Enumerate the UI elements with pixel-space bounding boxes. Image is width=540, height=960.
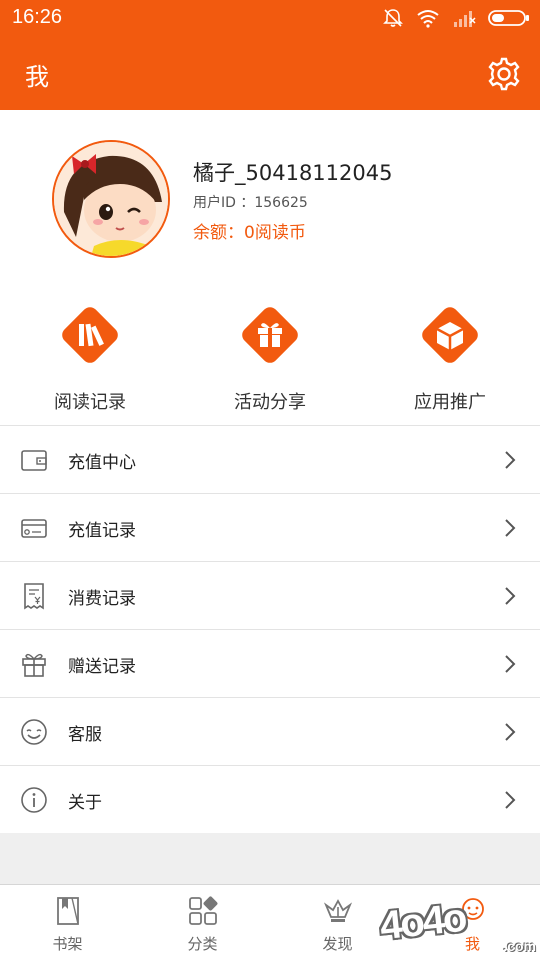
menu-label: 赠送记录 xyxy=(68,657,136,677)
reading-record-button[interactable]: 阅读记录 xyxy=(10,300,170,414)
status-icons xyxy=(382,7,530,29)
wallet-icon xyxy=(21,450,47,471)
menu-item-recharge-center[interactable]: 充值中心 xyxy=(0,425,540,493)
info-icon xyxy=(21,787,47,813)
gift-share-button[interactable]: 活动分享 xyxy=(190,300,350,414)
reading-record-icon xyxy=(62,307,118,363)
balance-text: 余额：0阅读币 xyxy=(193,223,306,243)
chevron-right-icon xyxy=(505,655,516,673)
menu-label: 关于 xyxy=(68,793,102,813)
status-time: 16:26 xyxy=(12,6,63,28)
settings-gear-icon[interactable] xyxy=(486,56,522,92)
chevron-right-icon xyxy=(505,723,516,741)
profile-section: 橘子_50418112045 用户ID ：156625 余额：0阅读币 阅读记录… xyxy=(0,110,540,425)
card-icon xyxy=(21,519,47,538)
gift-icon xyxy=(22,653,46,677)
app-promote-button[interactable]: 应用推广 xyxy=(370,300,530,414)
bookshelf-icon xyxy=(56,897,79,925)
status-bar: 16:26 xyxy=(0,0,540,38)
tab-label: 分类 xyxy=(187,935,218,953)
username: 橘子_50418112045 xyxy=(193,161,393,185)
menu-item-recharge-record[interactable]: 充值记录 xyxy=(0,493,540,561)
user-id: 用户ID ：156625 xyxy=(193,195,308,211)
discover-icon xyxy=(323,899,352,922)
receipt-icon xyxy=(24,583,44,610)
gift-share-label: 活动分享 xyxy=(234,392,306,413)
chevron-right-icon xyxy=(505,587,516,605)
chevron-right-icon xyxy=(505,519,516,537)
tab-bookshelf[interactable]: 书架 xyxy=(0,885,135,960)
menu-list: 充值中心 充值记录 消费记录 赠送记录 客服 关于 xyxy=(0,425,540,833)
app-header: 我 xyxy=(0,38,540,110)
mute-alarm-icon xyxy=(383,9,403,27)
site-watermark: 4o4o .com xyxy=(377,895,540,956)
menu-label: 消费记录 xyxy=(68,589,136,609)
menu-item-gift-record[interactable]: 赠送记录 xyxy=(0,629,540,697)
smiley-icon xyxy=(21,719,47,745)
wifi-icon xyxy=(417,10,439,28)
signal-icon xyxy=(454,11,476,27)
avatar-cartoon-girl-icon xyxy=(54,142,168,256)
menu-item-about[interactable]: 关于 xyxy=(0,765,540,833)
menu-label: 充值中心 xyxy=(68,453,136,473)
category-icon xyxy=(188,896,217,925)
menu-item-customer-service[interactable]: 客服 xyxy=(0,697,540,765)
chevron-right-icon xyxy=(505,451,516,469)
box-promote-icon xyxy=(422,307,478,363)
watermark-suffix: .com xyxy=(503,938,536,954)
avatar[interactable] xyxy=(52,140,170,258)
menu-label: 充值记录 xyxy=(68,521,136,541)
menu-item-consumption-record[interactable]: 消费记录 xyxy=(0,561,540,629)
chevron-right-icon xyxy=(505,791,516,809)
battery-icon xyxy=(488,10,529,26)
reading-record-label: 阅读记录 xyxy=(54,392,126,413)
menu-label: 客服 xyxy=(68,725,102,745)
page-title: 我 xyxy=(25,63,49,91)
tab-label: 书架 xyxy=(52,935,83,953)
app-promote-label: 应用推广 xyxy=(414,392,486,413)
tab-category[interactable]: 分类 xyxy=(135,885,270,960)
gift-share-icon xyxy=(242,307,298,363)
watermark-text: 4o4o xyxy=(377,895,468,949)
